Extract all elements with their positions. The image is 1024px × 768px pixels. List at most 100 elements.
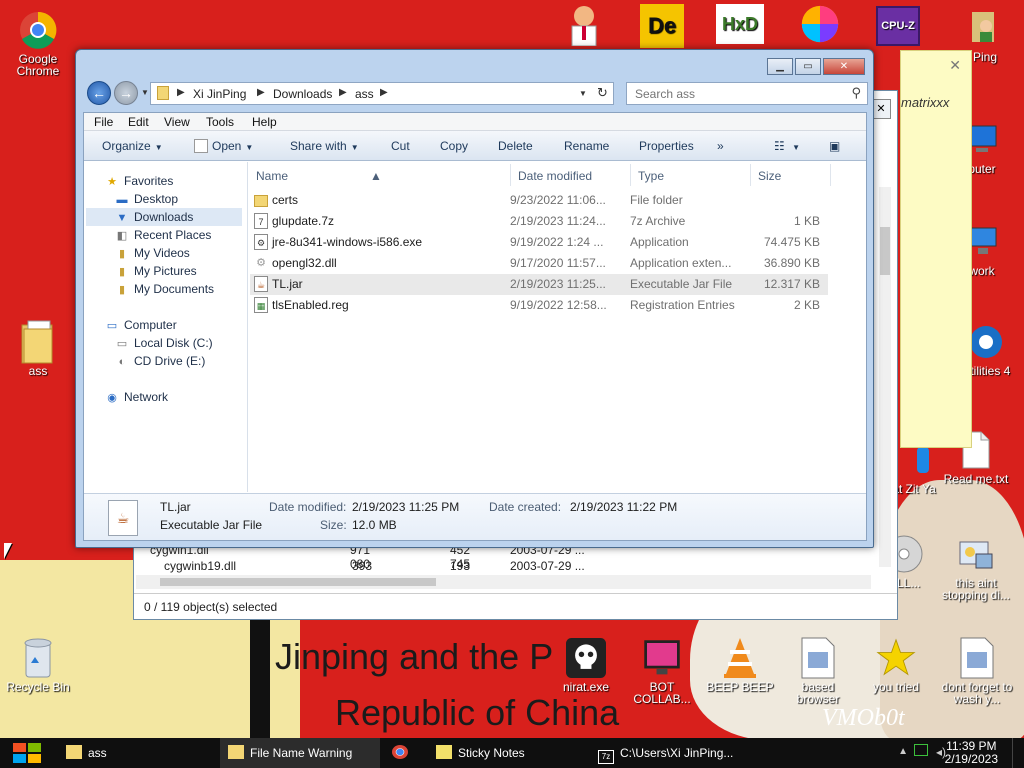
nav-my-documents[interactable]: ▮ My Documents [114, 280, 214, 298]
taskbar-item-chrome[interactable] [384, 738, 424, 768]
copy-button[interactable]: Copy [440, 139, 468, 153]
scrollbar-thumb[interactable] [880, 227, 890, 275]
scrollbar-thumb[interactable] [160, 578, 436, 586]
desktop-icon-chrome[interactable]: Google Chrome [0, 10, 76, 77]
file-row-opengl32[interactable]: ⚙ opengl32.dll 9/17/2020 11:57... Applic… [250, 253, 828, 274]
share-with-button[interactable]: Share with ▼ [290, 139, 359, 153]
taskbar-item-7zip[interactable]: 7z C:\Users\Xi JinPing... [590, 738, 750, 768]
skull-icon [566, 638, 606, 678]
horizontal-scrollbar[interactable] [136, 575, 871, 589]
desktop-icon-label: nirat.exe [562, 680, 610, 694]
wallpaper-signature: VMOb0t [822, 705, 905, 731]
desktop-icon-based-browser[interactable]: based browser [780, 637, 856, 705]
desktop-icon-nirat[interactable]: nirat.exe [548, 638, 624, 693]
nav-favorites[interactable]: ★ Favorites [104, 172, 173, 190]
column-divider[interactable] [510, 164, 511, 186]
close-icon[interactable]: ✕ [871, 99, 891, 119]
column-divider[interactable] [750, 164, 751, 186]
desktop-icon-colorwheel[interactable] [794, 4, 846, 47]
desktop-icon-hxd[interactable]: HxD [712, 4, 768, 47]
desktop-icon-label: BOT COLLAB... [633, 680, 691, 706]
nav-downloads[interactable]: ▼ Downloads [114, 208, 194, 226]
nav-local-disk[interactable]: ▭ Local Disk (C:) [114, 334, 213, 352]
file-row-glupdate[interactable]: 7 glupdate.7z 2/19/2023 11:24... 7z Arch… [250, 211, 828, 232]
maximize-button[interactable]: ▭ [795, 58, 821, 75]
taskbar-item-ass[interactable]: ass [58, 738, 218, 768]
desktop-icon-cpuz[interactable]: CPU-Z [872, 6, 924, 49]
file-row-certs[interactable]: certs 9/23/2022 11:06... File folder [250, 190, 828, 211]
close-button[interactable]: ✕ [823, 58, 865, 75]
file-row-tl-jar[interactable]: ☕ TL.jar 2/19/2023 11:25... Executable J… [250, 274, 828, 295]
details-size-label: Size: [320, 518, 347, 532]
file-row-jre[interactable]: ⚙ jre-8u341-windows-i586.exe 9/19/2022 1… [250, 232, 828, 253]
clock[interactable]: 11:39 PM 2/19/2023 [945, 740, 998, 766]
more-commands-button[interactable]: » [717, 139, 724, 153]
taskbar-item-sticky-notes[interactable]: Sticky Notes [428, 738, 588, 768]
breadcrumb-xi-jinping[interactable]: Xi JinPing [193, 87, 246, 101]
properties-button[interactable]: Properties [639, 139, 694, 153]
column-header-date-modified[interactable]: Date modified [518, 169, 592, 183]
desktop-icon-de[interactable]: De [636, 4, 688, 51]
desktop-icon-dont-forget[interactable]: dont forget to wash y... [936, 637, 1018, 705]
close-icon[interactable]: ✕ [949, 57, 961, 74]
address-dropdown-icon[interactable]: ▼ [579, 89, 587, 98]
refresh-icon[interactable]: ↻ [597, 85, 608, 101]
desktop-icon-ass[interactable]: ass [0, 320, 76, 377]
sticky-note-window[interactable]: ✕ matrixxx [900, 50, 972, 448]
breadcrumb-ass[interactable]: ass [355, 87, 374, 101]
search-box[interactable]: ⚲ [626, 82, 868, 105]
search-icon[interactable]: ⚲ [851, 85, 861, 101]
utilities-icon [966, 322, 1006, 362]
menu-edit[interactable]: Edit [128, 115, 149, 129]
sticky-note-text[interactable]: matrixxx [901, 95, 949, 110]
view-options-icon[interactable]: ☷ ▼ [774, 139, 800, 153]
column-header-name[interactable]: Name [256, 169, 288, 183]
recent-pages-dropdown[interactable]: ▼ [141, 88, 149, 97]
minimize-button[interactable]: ▁ [767, 58, 793, 75]
desktop-icon-person[interactable] [560, 4, 608, 47]
address-bar[interactable]: ▶ Xi JinPing ▶ Downloads ▶ ass ▶ ▼ ↻ [150, 82, 614, 105]
breadcrumb-chevron-icon[interactable]: ▶ [339, 87, 347, 98]
nav-network[interactable]: ◉ Network [104, 388, 168, 406]
network-tray-icon[interactable] [914, 744, 928, 756]
menu-file[interactable]: File [94, 115, 113, 129]
breadcrumb-chevron-icon[interactable]: ▶ [257, 87, 265, 98]
desktop-icon-beep-beep[interactable]: BEEP BEEP [702, 638, 778, 693]
menu-tools[interactable]: Tools [206, 115, 234, 129]
column-divider[interactable] [630, 164, 631, 186]
nav-computer[interactable]: ▭ Computer [104, 316, 177, 334]
nav-cd-drive[interactable]: ◐ CD Drive (E:) [114, 352, 206, 370]
taskbar-item-file-name-warning[interactable]: File Name Warning [220, 738, 380, 768]
nav-my-pictures[interactable]: ▮ My Pictures [114, 262, 197, 280]
nav-desktop[interactable]: ▬ Desktop [114, 190, 179, 208]
column-header-size[interactable]: Size [758, 169, 781, 183]
forward-button[interactable]: → [114, 81, 138, 105]
breadcrumb-chevron-icon[interactable]: ▶ [177, 87, 185, 98]
menu-view[interactable]: View [164, 115, 190, 129]
desktop-icon-installer[interactable]: this aint stopping di... [934, 534, 1018, 601]
column-header-type[interactable]: Type [638, 169, 664, 183]
vertical-scrollbar[interactable] [879, 187, 891, 567]
nav-my-videos[interactable]: ▮ My Videos [114, 244, 190, 262]
start-button[interactable] [10, 740, 44, 766]
nav-recent-places[interactable]: ◧ Recent Places [114, 226, 212, 244]
desktop-icon-bot-collab[interactable]: BOT COLLAB... [624, 638, 700, 705]
breadcrumb-chevron-icon[interactable]: ▶ [380, 87, 388, 98]
delete-button[interactable]: Delete [498, 139, 533, 153]
desktop-icon-you-tried[interactable]: you tried [858, 638, 934, 693]
show-desktop-button[interactable] [1012, 738, 1024, 768]
open-button[interactable]: Open ▼ [194, 139, 253, 153]
preview-pane-icon[interactable]: ▣ [829, 139, 840, 153]
cut-button[interactable]: Cut [391, 139, 410, 153]
menu-help[interactable]: Help [252, 115, 277, 129]
back-button[interactable]: ← [87, 81, 111, 105]
explorer-window[interactable]: ▁ ▭ ✕ ← → ▼ ▶ Xi JinPing ▶ Downloads ▶ a… [75, 49, 874, 548]
file-row-tlsenabled[interactable]: ▦ tlsEnabled.reg 9/19/2022 12:58... Regi… [250, 295, 828, 316]
desktop-icon-recycle-bin[interactable]: Recycle Bin [0, 638, 76, 693]
tray-expand-icon[interactable]: ▲ [898, 746, 908, 757]
breadcrumb-downloads[interactable]: Downloads [273, 87, 332, 101]
organize-button[interactable]: Organize ▼ [102, 139, 163, 153]
column-divider[interactable] [830, 164, 831, 186]
search-input[interactable] [635, 86, 835, 101]
rename-button[interactable]: Rename [564, 139, 609, 153]
